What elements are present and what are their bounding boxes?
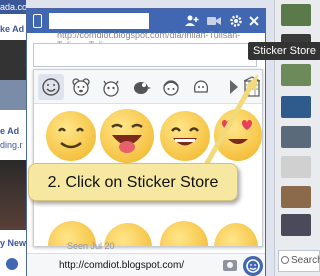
close-icon[interactable] bbox=[247, 14, 261, 28]
sticker-row2-3[interactable] bbox=[160, 221, 208, 246]
feed-photo[interactable] bbox=[0, 40, 26, 80]
notifications-globe-icon[interactable] bbox=[4, 256, 20, 272]
sticker-tongue[interactable] bbox=[100, 109, 154, 163]
contact-avatar[interactable] bbox=[281, 4, 311, 26]
contact-avatar[interactable] bbox=[281, 156, 311, 178]
chat-composer: http://comdiot.blogspot.com/ bbox=[27, 253, 265, 276]
sticker-grin[interactable] bbox=[160, 111, 210, 161]
smiley-icon[interactable] bbox=[38, 74, 64, 100]
cat-icon[interactable] bbox=[98, 74, 124, 100]
seen-status: Seen Jul 20 bbox=[67, 241, 115, 251]
mobile-icon bbox=[33, 14, 42, 28]
chat-contact-name[interactable] bbox=[49, 13, 149, 29]
news-feed: ada.co.uk ke Ad e Ad ding.r y New bbox=[0, 0, 26, 276]
arrow-right-icon[interactable] bbox=[230, 80, 238, 94]
sticker-smile[interactable] bbox=[46, 111, 96, 161]
sidebar-search-input[interactable]: Search bbox=[278, 250, 320, 272]
gear-icon[interactable] bbox=[229, 14, 243, 28]
feed-text-2[interactable]: ke Ad bbox=[0, 24, 24, 34]
feed-text-5[interactable]: y New bbox=[0, 238, 26, 248]
contact-avatar[interactable] bbox=[281, 126, 311, 148]
girl-icon[interactable] bbox=[158, 74, 184, 100]
sticker-heart-eyes[interactable] bbox=[214, 109, 262, 161]
add-friend-icon[interactable] bbox=[185, 14, 199, 28]
sticker-button-icon[interactable] bbox=[243, 256, 263, 276]
contact-avatar[interactable] bbox=[281, 64, 311, 86]
sticker-store-icon[interactable] bbox=[243, 76, 261, 98]
instruction-callout: 2. Click on Sticker Store bbox=[28, 163, 238, 201]
camera-icon[interactable] bbox=[223, 260, 237, 271]
bear-icon[interactable] bbox=[68, 74, 94, 100]
feed-text-1: ada.co.uk bbox=[0, 2, 26, 12]
sticker-store-tooltip: Sticker Store bbox=[248, 42, 320, 60]
feed-photo[interactable] bbox=[0, 80, 26, 110]
message-area: http://comdiot.blogspot.com/dia/Inilah-T… bbox=[27, 30, 265, 73]
feed-text-4[interactable]: ding.r bbox=[0, 140, 23, 150]
contact-avatar[interactable] bbox=[281, 186, 311, 208]
contact-avatar[interactable] bbox=[281, 96, 311, 118]
bird-icon[interactable] bbox=[128, 74, 154, 100]
feed-text-3[interactable]: e Ad bbox=[0, 126, 19, 136]
link-preview[interactable] bbox=[33, 43, 257, 67]
video-icon[interactable] bbox=[207, 14, 221, 28]
sticker-tabs bbox=[34, 70, 262, 104]
contact-avatar[interactable] bbox=[281, 214, 311, 236]
sticker-row2-4[interactable] bbox=[214, 223, 258, 246]
search-placeholder: Search bbox=[291, 255, 320, 266]
feed-photo[interactable] bbox=[0, 160, 26, 230]
composer-text[interactable]: http://comdiot.blogspot.com/ bbox=[59, 260, 184, 271]
sticker-panel bbox=[33, 69, 263, 247]
chat-window: http://comdiot.blogspot.com/dia/Inilah-T… bbox=[26, 8, 266, 276]
search-icon bbox=[281, 256, 289, 264]
blob-icon[interactable] bbox=[188, 74, 214, 100]
